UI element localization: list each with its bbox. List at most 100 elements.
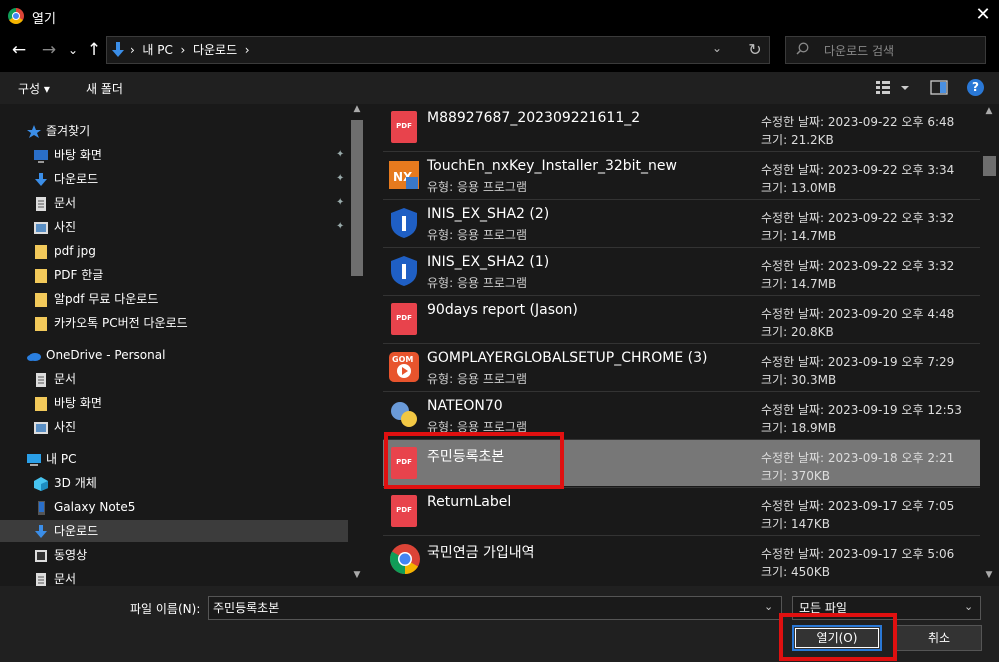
file-row[interactable]: NX TouchEn_nxKey_Installer_32bit_new 유형: 응… xyxy=(383,152,980,198)
sidebar-item[interactable]: PDF 한글 xyxy=(0,264,348,286)
filename-input[interactable]: 주민등록초본 xyxy=(208,596,782,620)
file-row[interactable]: PDF 주민등록초본 수정한 날짜: 2023-09-18 오후 2:21 크기: 3… xyxy=(383,440,980,486)
sidebar-item-label: 다운로드 xyxy=(54,172,99,186)
file-type: 유형: 응용 프로그램 xyxy=(427,420,527,434)
file-type: 유형: 응용 프로그램 xyxy=(427,180,527,194)
sidebar-item[interactable]: 동영상 xyxy=(0,544,348,566)
sidebar-item-label: 문서 xyxy=(54,196,77,210)
pdf-icon: PDF xyxy=(389,495,419,527)
search-icon xyxy=(796,42,809,55)
cube-icon xyxy=(33,476,49,491)
sidebar-item[interactable]: 카카오톡 PC버전 다운로드 xyxy=(0,312,348,334)
file-type-select[interactable]: 모든 파일 xyxy=(792,596,981,620)
file-size: 크기: 18.9MB xyxy=(761,421,837,435)
download-icon xyxy=(112,42,124,57)
toolbar xyxy=(0,72,999,104)
sidebar-item[interactable]: 문서 ✦ xyxy=(0,192,348,214)
file-type: 유형: 응용 프로그램 xyxy=(427,372,527,386)
up-button[interactable]: ↑ xyxy=(84,38,104,62)
scroll-down-icon[interactable]: ▼ xyxy=(350,570,364,584)
download-icon xyxy=(33,172,49,186)
file-row[interactable]: PDF ReturnLabel 수정한 날짜: 2023-09-17 오후 7:05… xyxy=(383,488,980,534)
file-name: GOMPLAYERGLOBALSETUP_CHROME (3) xyxy=(427,350,708,366)
sidebar-item[interactable]: 즐겨찾기 xyxy=(0,120,348,142)
pdf-icon: PDF xyxy=(389,111,419,143)
sidebar-item-label: OneDrive - Personal xyxy=(46,348,166,362)
chevron-down-icon[interactable]: ⌄ xyxy=(964,600,973,613)
pin-icon[interactable]: ✦ xyxy=(336,216,344,238)
file-modified-date: 수정한 날짜: 2023-09-22 오후 6:48 xyxy=(761,115,955,129)
filename-label: 파일 이름(N): xyxy=(130,602,201,616)
file-modified-date: 수정한 날짜: 2023-09-20 오후 4:48 xyxy=(761,307,955,321)
sidebar-scroll-thumb[interactable] xyxy=(351,120,363,276)
sidebar-item-label: PDF 한글 xyxy=(54,268,104,282)
sidebar-item[interactable]: 다운로드 xyxy=(0,520,348,542)
file-row[interactable]: INIS_EX_SHA2 (1) 유형: 응용 프로그램 수정한 날짜: 2023-… xyxy=(383,248,980,294)
file-row[interactable]: 국민연금 가입내역 수정한 날짜: 2023-09-17 오후 5:06 크기: 4… xyxy=(383,536,980,582)
recent-locations-button[interactable]: ⌄ xyxy=(63,38,83,62)
file-row[interactable]: INIS_EX_SHA2 (2) 유형: 응용 프로그램 수정한 날짜: 2023-… xyxy=(383,200,980,246)
filename-dropdown-icon[interactable]: ⌄ xyxy=(764,600,773,613)
row-divider xyxy=(383,343,980,344)
sidebar-item[interactable]: 바탕 화면 ✦ xyxy=(0,144,348,166)
sidebar-item[interactable]: OneDrive - Personal xyxy=(0,344,348,366)
file-size: 크기: 147KB xyxy=(761,517,830,531)
file-modified-date: 수정한 날짜: 2023-09-22 오후 3:32 xyxy=(761,211,955,225)
sidebar-item[interactable]: 문서 xyxy=(0,368,348,390)
sidebar-item-label: Galaxy Note5 xyxy=(54,500,136,514)
search-placeholder[interactable]: 다운로드 검색 xyxy=(824,42,894,59)
open-button[interactable]: 열기(O) xyxy=(792,625,882,651)
scroll-up-icon[interactable]: ▲ xyxy=(982,106,996,120)
folder-icon xyxy=(33,316,49,331)
file-type: 유형: 응용 프로그램 xyxy=(427,276,527,290)
computer-icon xyxy=(26,452,42,466)
address-dropdown-icon[interactable]: ⌄ xyxy=(712,41,722,55)
sidebar-item[interactable]: 3D 개체 xyxy=(0,472,348,494)
preview-pane-icon[interactable] xyxy=(930,80,948,95)
shield-icon xyxy=(389,255,419,287)
sidebar-item[interactable]: Galaxy Note5 xyxy=(0,496,348,518)
scroll-down-icon[interactable]: ▼ xyxy=(982,570,996,584)
file-row[interactable]: GOM GOMPLAYERGLOBALSETUP_CHROME (3) 유형: 응용… xyxy=(383,344,980,390)
file-modified-date: 수정한 날짜: 2023-09-18 오후 2:21 xyxy=(761,451,955,465)
refresh-button[interactable]: ↻ xyxy=(744,38,766,62)
file-modified-date: 수정한 날짜: 2023-09-19 오후 12:53 xyxy=(761,403,962,417)
file-row[interactable]: NATEON70 유형: 응용 프로그램 수정한 날짜: 2023-09-19 오후… xyxy=(383,392,980,438)
file-list-scroll-thumb[interactable] xyxy=(983,156,996,176)
back-button[interactable]: ← xyxy=(9,38,29,62)
file-name: INIS_EX_SHA2 (2) xyxy=(427,206,550,222)
sidebar-item[interactable]: 사진 xyxy=(0,416,348,438)
organize-button[interactable]: 구성 ▾ xyxy=(18,80,50,97)
view-options-icon[interactable] xyxy=(874,78,914,98)
sidebar-item-label: 내 PC xyxy=(46,452,77,466)
pin-icon[interactable]: ✦ xyxy=(336,168,344,190)
breadcrumb[interactable]: › 내 PC › 다운로드 › xyxy=(130,41,250,58)
file-list-scrollbar[interactable] xyxy=(980,104,999,586)
sidebar-item[interactable]: 사진 ✦ xyxy=(0,216,348,238)
file-name: 주민등록초본 xyxy=(427,449,505,465)
close-button[interactable]: ✕ xyxy=(972,4,994,26)
sidebar-item-label: 다운로드 xyxy=(54,524,99,538)
file-size: 크기: 20.8KB xyxy=(761,325,834,339)
file-row[interactable]: PDF 90days report (Jason) 수정한 날짜: 2023-09-… xyxy=(383,296,980,342)
sidebar-item[interactable]: 알pdf 무료 다운로드 xyxy=(0,288,348,310)
file-row[interactable]: PDF M88927687_202309221611_2 수정한 날짜: 2023-… xyxy=(383,104,980,150)
file-size: 크기: 21.2KB xyxy=(761,133,834,147)
new-folder-button[interactable]: 새 폴더 xyxy=(86,80,123,97)
file-modified-date: 수정한 날짜: 2023-09-17 오후 5:06 xyxy=(761,547,955,561)
pin-icon[interactable]: ✦ xyxy=(336,144,344,166)
help-button[interactable]: ? xyxy=(967,79,984,96)
sidebar-item[interactable]: 바탕 화면 xyxy=(0,392,348,414)
sidebar-item[interactable]: pdf jpg xyxy=(0,240,348,262)
cloud-icon xyxy=(26,348,42,362)
sidebar-item[interactable]: 다운로드 ✦ xyxy=(0,168,348,190)
sidebar-item[interactable]: 내 PC xyxy=(0,448,348,470)
forward-button[interactable]: → xyxy=(39,38,59,62)
nx-installer-icon: NX xyxy=(389,159,419,191)
row-divider xyxy=(383,295,980,296)
scroll-up-icon[interactable]: ▲ xyxy=(350,104,364,118)
cancel-button[interactable]: 취소 xyxy=(896,625,982,651)
picture-icon xyxy=(33,220,49,234)
download-icon xyxy=(33,524,49,538)
pin-icon[interactable]: ✦ xyxy=(336,192,344,214)
